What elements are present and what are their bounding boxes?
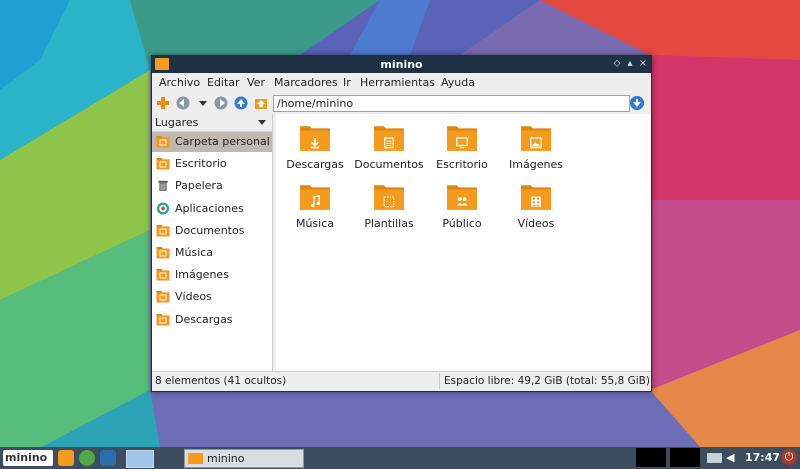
- pictures-folder-icon: [521, 126, 551, 151]
- videos-folder-icon: [521, 185, 551, 210]
- browser-launcher-icon[interactable]: [79, 450, 95, 466]
- file-item-label: Música: [295, 217, 335, 230]
- file-manager-launcher-icon[interactable]: [58, 450, 74, 466]
- sidebar-item[interactable]: Carpeta personal: [152, 132, 272, 152]
- sidebar-item-label: Escritorio: [175, 157, 227, 171]
- folder-icon: [188, 453, 203, 464]
- file-manager-window: minino ⬦ ▴ × Archivo Editar Ver Marcador…: [151, 55, 652, 392]
- file-item[interactable]: Público: [424, 173, 500, 230]
- free-space: Espacio libre: 49,2 GiB (total: 55,8 GiB…: [439, 373, 654, 389]
- taskbar: minino minino ◀ 17:47 ⏻: [0, 447, 800, 469]
- sidebar-item[interactable]: Escritorio: [152, 154, 272, 174]
- sidebar-item-label: Vídeos: [175, 290, 212, 304]
- templates-folder-icon: [374, 185, 404, 210]
- cpu-monitor: [636, 448, 666, 467]
- file-item-label: Imágenes: [509, 158, 563, 171]
- network-monitor: [670, 448, 700, 467]
- desktop-folder-icon: [156, 158, 170, 170]
- documents-folder-icon: [374, 126, 404, 151]
- go-icon[interactable]: [630, 96, 644, 110]
- file-item-label: Escritorio: [436, 158, 488, 171]
- volume-icon[interactable]: ◀: [726, 452, 738, 464]
- menu-ver[interactable]: Ver: [247, 76, 265, 89]
- home-icon[interactable]: [254, 96, 268, 110]
- file-item-label: Documentos: [354, 158, 424, 171]
- music-folder-icon: [156, 247, 170, 259]
- status-bar: 8 elementos (41 ocultos) Espacio libre: …: [152, 371, 651, 391]
- file-item[interactable]: Documentos: [351, 114, 427, 171]
- window-title: minino: [380, 58, 423, 71]
- task-label: minino: [207, 452, 245, 465]
- videos-folder-icon: [156, 291, 170, 303]
- close-button[interactable]: ×: [637, 57, 649, 71]
- sidebar-item-label: Aplicaciones: [175, 201, 244, 215]
- restore-button[interactable]: ⬦: [611, 57, 623, 71]
- sidebar-item[interactable]: Descargas: [152, 310, 272, 330]
- file-item[interactable]: Plantillas: [351, 173, 427, 230]
- maximize-button[interactable]: ▴: [624, 57, 636, 71]
- downloads-folder-icon: [300, 126, 330, 151]
- sidebar-item[interactable]: Música: [152, 243, 272, 263]
- toolbar: /home/minino: [152, 92, 651, 114]
- file-item[interactable]: Descargas: [277, 114, 353, 171]
- menu-ayuda[interactable]: Ayuda: [441, 76, 475, 89]
- back-icon[interactable]: [176, 96, 190, 110]
- home-folder-icon: [156, 136, 170, 148]
- trash-icon: [158, 181, 168, 192]
- places-sidebar: Lugares Carpeta personal Escritorio Papele…: [152, 114, 273, 371]
- pictures-folder-icon: [156, 269, 170, 281]
- file-item-label: Vídeos: [517, 217, 555, 230]
- location-bar[interactable]: /home/minino: [273, 95, 630, 112]
- file-item-label: Plantillas: [364, 217, 414, 230]
- new-tab-icon[interactable]: [156, 96, 170, 110]
- sidebar-item-label: Descargas: [175, 312, 233, 326]
- menu-editar[interactable]: Editar: [207, 76, 240, 89]
- menu-ir[interactable]: Ir: [343, 76, 351, 89]
- sidebar-item-label: Papelera: [175, 179, 223, 193]
- desktop-folder-icon: [447, 126, 477, 151]
- sidebar-item[interactable]: Documentos: [152, 221, 272, 241]
- taskbar-task-minino[interactable]: minino: [184, 449, 304, 468]
- file-item-label: Descargas: [286, 158, 344, 171]
- clock[interactable]: 17:47: [745, 451, 780, 464]
- applications-icon: [156, 202, 170, 215]
- workspace-switcher[interactable]: [126, 450, 154, 468]
- file-item[interactable]: Música: [277, 173, 353, 230]
- start-menu-button[interactable]: minino: [3, 450, 53, 466]
- sidebar-item-label: Imágenes: [175, 268, 229, 282]
- file-item-label: Público: [442, 217, 482, 230]
- chevron-down-icon[interactable]: [258, 120, 266, 125]
- forward-icon[interactable]: [214, 96, 228, 110]
- title-bar[interactable]: minino ⬦ ▴ ×: [152, 56, 651, 73]
- sidebar-item-label: Documentos: [175, 223, 245, 237]
- menu-bar: Archivo Editar Ver Marcadores Ir Herrami…: [152, 73, 651, 92]
- file-item[interactable]: Imágenes: [498, 114, 574, 171]
- downloads-folder-icon: [156, 313, 170, 326]
- sidebar-item[interactable]: Imágenes: [152, 265, 272, 285]
- sidebar-item-label: Música: [175, 246, 214, 259]
- keyboard-layout-icon[interactable]: [707, 453, 722, 463]
- documents-folder-icon: [156, 224, 170, 237]
- menu-herramientas[interactable]: Herramientas: [360, 76, 435, 89]
- sidebar-item-label: Carpeta personal: [175, 135, 270, 148]
- up-icon[interactable]: [234, 96, 248, 110]
- sidebar-item[interactable]: Papelera: [152, 176, 272, 196]
- file-item[interactable]: Escritorio: [424, 114, 500, 171]
- item-count: 8 elementos (41 ocultos): [155, 375, 287, 387]
- file-icon-view: Descargas Documentos Escritorio Imágenes Mús…: [276, 114, 651, 371]
- show-desktop-icon[interactable]: [100, 450, 116, 466]
- public-folder-icon: [447, 185, 477, 210]
- music-folder-icon: [300, 185, 330, 210]
- file-item[interactable]: Vídeos: [498, 173, 574, 230]
- menu-marcadores[interactable]: Marcadores: [274, 76, 338, 89]
- sidebar-item[interactable]: Aplicaciones: [152, 199, 272, 219]
- sidebar-header-label: Lugares: [155, 116, 199, 129]
- history-dropdown-icon[interactable]: [196, 96, 210, 110]
- sidebar-header[interactable]: Lugares: [152, 114, 272, 132]
- power-icon[interactable]: ⏻: [781, 449, 797, 465]
- sidebar-item[interactable]: Vídeos: [152, 287, 272, 307]
- menu-archivo[interactable]: Archivo: [159, 76, 200, 89]
